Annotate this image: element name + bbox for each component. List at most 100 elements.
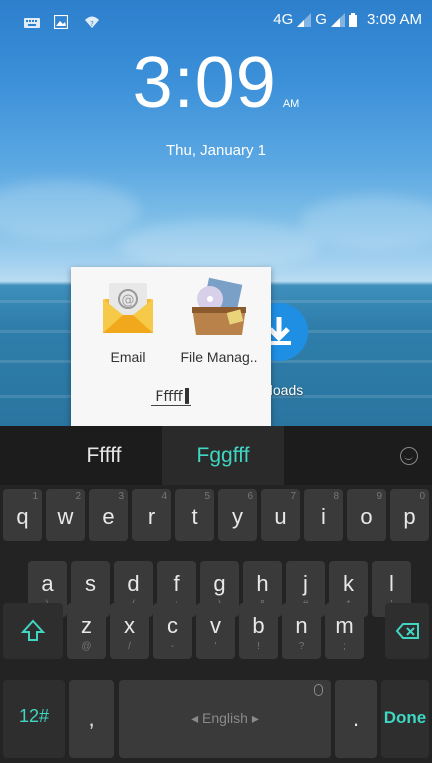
key-number-hint: 3 (118, 491, 124, 502)
folder-name-input[interactable]: Fffff (71, 388, 271, 406)
comma-key[interactable]: , (69, 680, 114, 758)
folder-app-file-manager[interactable]: File Manag.. (174, 277, 264, 365)
key-label: i (321, 504, 326, 529)
svg-text:@: @ (122, 293, 135, 308)
status-bar: ? 4G G 3:09 AM (0, 0, 432, 44)
key-label: j (303, 571, 308, 596)
key-q[interactable]: q1 (3, 489, 42, 541)
key-label: a (41, 571, 54, 596)
key-label: p (403, 504, 416, 529)
key-label: t (191, 504, 198, 529)
text-caret (184, 388, 189, 404)
key-label: c (167, 613, 178, 638)
key-label: k (343, 571, 354, 596)
key-label: l (389, 571, 394, 596)
key-symbol-hint: @ (81, 641, 92, 652)
clock-widget[interactable]: 3:09 AM (0, 42, 432, 124)
key-label: d (127, 571, 140, 596)
key-symbol-hint: / (128, 641, 131, 652)
key-label: u (274, 504, 287, 529)
key-label: m (335, 613, 354, 638)
key-number-hint: 5 (204, 491, 210, 502)
key-label: v (210, 613, 221, 638)
key-symbol-hint: ? (298, 641, 305, 652)
signal-icon (297, 12, 312, 27)
folder-app-label: File Manag.. (180, 349, 258, 365)
key-number-hint: 4 (161, 491, 167, 502)
folder-popup: @ Email File Manag.. Fffff (71, 267, 271, 427)
emoji-icon[interactable] (400, 447, 418, 465)
key-label: f (173, 571, 180, 596)
key-number-hint: 2 (75, 491, 81, 502)
key-label: e (102, 504, 115, 529)
key-number-hint: 6 (247, 491, 253, 502)
email-icon: @ (103, 283, 153, 333)
key-label: x (124, 613, 135, 638)
key-label: z (81, 613, 92, 638)
soft-keyboard: Fffff Fggfff q1w2e3r4t5y6u7i8o9p0 a\sd(f… (0, 426, 432, 763)
suggestion-item[interactable]: Fffff (44, 426, 164, 485)
svg-text:?: ? (90, 20, 94, 28)
key-label: b (252, 613, 265, 638)
key-label: w (57, 504, 74, 529)
symbols-key[interactable]: 12# (3, 680, 65, 758)
key-v[interactable]: v ' (196, 603, 235, 659)
key-label: g (213, 571, 226, 596)
key-n[interactable]: n? (282, 603, 321, 659)
key-c[interactable]: c- (153, 603, 192, 659)
key-number-hint: 8 (333, 491, 339, 502)
key-r[interactable]: r4 (132, 489, 171, 541)
key-label: n (295, 613, 308, 638)
file-manager-icon (192, 277, 246, 335)
shift-arrow-icon (20, 619, 46, 641)
key-w[interactable]: w2 (46, 489, 85, 541)
key-symbol-hint: ; (343, 641, 346, 652)
key-p[interactable]: p0 (390, 489, 429, 541)
key-label: s (85, 571, 96, 596)
key-number-hint: 9 (376, 491, 382, 502)
key-number-hint: 7 (290, 491, 296, 502)
key-m[interactable]: m; (325, 603, 364, 659)
key-symbol-hint: ! (257, 641, 260, 652)
battery-icon (348, 12, 357, 27)
folder-app-email[interactable]: @ Email (83, 277, 173, 365)
space-key-label: ◂ English ▸ (191, 710, 259, 726)
suggestion-strip: Fffff Fggfff (0, 426, 432, 485)
keyboard-notification-icon (24, 14, 40, 28)
key-x[interactable]: x / (110, 603, 149, 659)
key-symbol-hint: ' (214, 641, 217, 652)
comma-key-label: , (88, 706, 95, 731)
key-z[interactable]: z @ (67, 603, 106, 659)
microphone-icon (314, 684, 323, 696)
key-u[interactable]: u7 (261, 489, 300, 541)
key-symbol-hint: - (170, 641, 175, 652)
key-number-hint: 0 (419, 491, 425, 502)
network-4g-label: 4G (273, 11, 294, 28)
backspace-icon (395, 623, 419, 639)
period-key-label: . (352, 706, 360, 731)
folder-name-text: Fffff (153, 389, 185, 406)
key-label: o (360, 504, 373, 529)
folder-app-label: Email (110, 349, 146, 365)
key-label: h (256, 571, 269, 596)
backspace-key[interactable] (385, 603, 429, 659)
key-number-hint: 1 (32, 491, 38, 502)
key-e[interactable]: e3 (89, 489, 128, 541)
key-b[interactable]: b! (239, 603, 278, 659)
key-label: y (232, 504, 243, 529)
space-key[interactable]: ◂ English ▸ (119, 680, 331, 758)
symbols-key-label: 12# (18, 706, 50, 726)
clock-time: 3:09 (132, 43, 277, 123)
key-t[interactable]: t5 (175, 489, 214, 541)
image-notification-icon (53, 14, 70, 30)
signal-icon (330, 12, 345, 27)
period-key[interactable]: . (335, 680, 377, 758)
key-y[interactable]: y6 (218, 489, 257, 541)
key-label: q (16, 504, 29, 529)
shift-key[interactable] (3, 603, 63, 659)
done-key[interactable]: Done (381, 680, 429, 758)
key-label: r (147, 504, 156, 529)
suggestion-item-highlighted[interactable]: Fggfff (162, 426, 284, 485)
key-i[interactable]: i8 (304, 489, 343, 541)
key-o[interactable]: o9 (347, 489, 386, 541)
